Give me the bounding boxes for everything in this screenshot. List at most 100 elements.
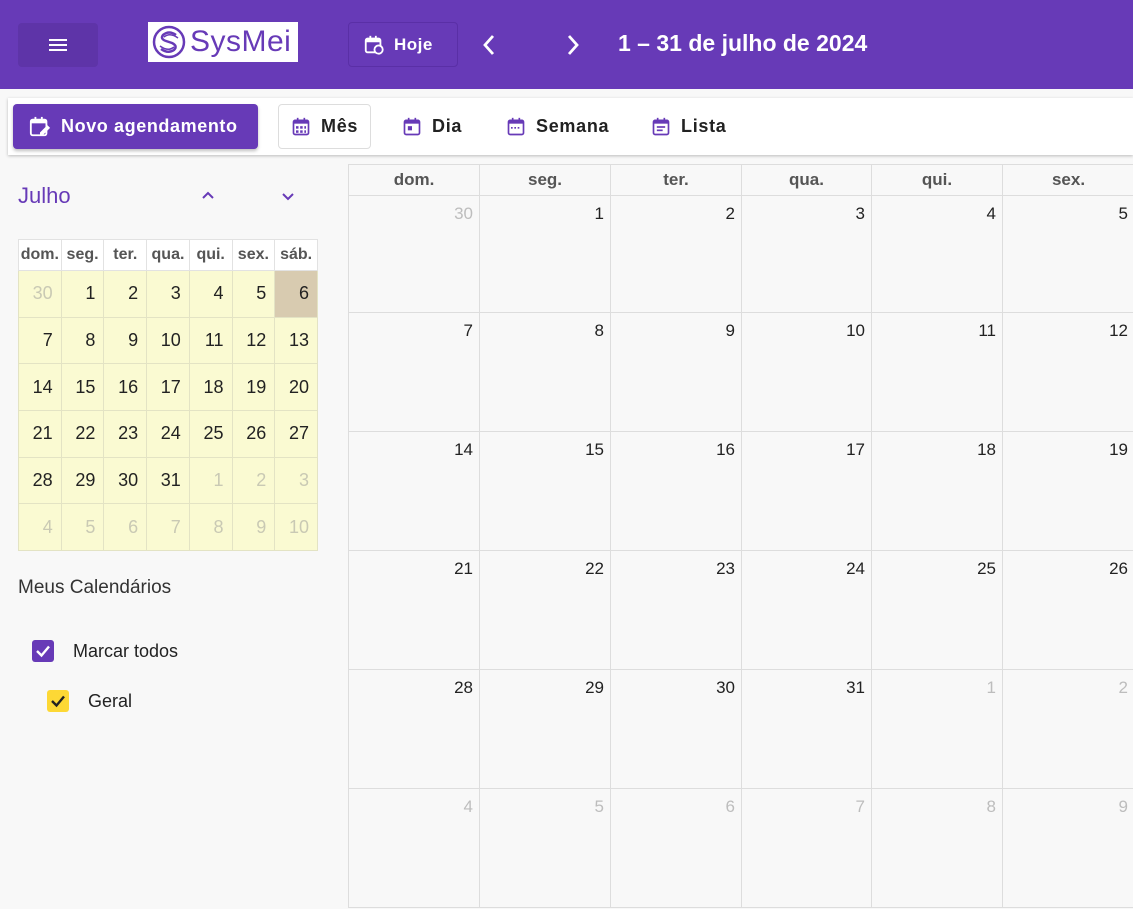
prev-button[interactable] <box>474 28 504 62</box>
day-cell[interactable]: 1 <box>479 196 610 313</box>
day-cell[interactable]: 3 <box>741 196 871 313</box>
day-cell[interactable]: 8 <box>871 789 1002 908</box>
day-cell[interactable]: 30 <box>610 670 741 789</box>
mini-day[interactable]: 25 <box>188 410 233 458</box>
mini-day[interactable]: 31 <box>146 456 190 505</box>
day-cell[interactable]: 5 <box>1002 196 1133 313</box>
mini-day[interactable]: 13 <box>274 316 318 365</box>
day-cell[interactable]: 8 <box>479 313 610 432</box>
calendar-week-icon <box>507 117 525 135</box>
mini-day[interactable]: 11 <box>188 316 233 365</box>
view-day-button[interactable]: Dia <box>390 104 485 149</box>
day-cell[interactable]: 21 <box>348 551 479 670</box>
day-cell[interactable]: 31 <box>741 670 871 789</box>
day-cell[interactable]: 29 <box>479 670 610 789</box>
mini-day[interactable]: 30 <box>18 270 62 318</box>
month-day-grid: 30 1 2 3 4 5 7 8 9 10 11 12 14 15 16 17 … <box>348 196 1133 908</box>
mini-day[interactable]: 20 <box>274 363 318 412</box>
day-cell[interactable]: 24 <box>741 551 871 670</box>
mini-day[interactable]: 15 <box>60 363 105 412</box>
mini-day[interactable]: 4 <box>188 270 233 318</box>
check-icon <box>51 695 65 708</box>
mini-day-selected[interactable]: 6 <box>274 270 318 318</box>
day-cell[interactable]: 18 <box>871 432 1002 551</box>
calendar-item-geral[interactable]: Geral <box>47 690 132 712</box>
day-cell[interactable]: 2 <box>610 196 741 313</box>
mini-day[interactable]: 5 <box>60 503 105 552</box>
day-cell[interactable]: 10 <box>741 313 871 432</box>
day-cell[interactable]: 5 <box>479 789 610 908</box>
day-cell[interactable]: 16 <box>610 432 741 551</box>
day-cell[interactable]: 12 <box>1002 313 1133 432</box>
mini-day[interactable]: 9 <box>103 316 148 365</box>
mini-day[interactable]: 19 <box>231 363 276 412</box>
view-month-button[interactable]: Mês <box>278 104 371 149</box>
mini-day[interactable]: 6 <box>103 503 148 552</box>
mini-day[interactable]: 1 <box>60 270 105 318</box>
day-cell[interactable]: 4 <box>871 196 1002 313</box>
day-cell[interactable]: 2 <box>1002 670 1133 789</box>
mini-day[interactable]: 10 <box>274 503 318 552</box>
mini-day[interactable]: 5 <box>231 270 276 318</box>
day-cell[interactable]: 26 <box>1002 551 1133 670</box>
today-button[interactable]: Hoje <box>348 22 458 67</box>
day-cell[interactable]: 7 <box>741 789 871 908</box>
mini-day[interactable]: 7 <box>146 503 190 552</box>
day-cell[interactable]: 25 <box>871 551 1002 670</box>
chevron-down-icon[interactable] <box>278 186 298 206</box>
mini-day[interactable]: 2 <box>103 270 148 318</box>
mini-day[interactable]: 8 <box>188 503 233 552</box>
mini-day[interactable]: 4 <box>18 503 62 552</box>
mini-day[interactable]: 29 <box>60 456 105 505</box>
mini-day[interactable]: 1 <box>188 456 233 505</box>
next-button[interactable] <box>558 28 588 62</box>
menu-button[interactable] <box>18 23 98 67</box>
day-cell[interactable]: 9 <box>610 313 741 432</box>
day-cell[interactable]: 9 <box>1002 789 1133 908</box>
mini-day[interactable]: 16 <box>103 363 148 412</box>
view-list-button[interactable]: Lista <box>639 104 739 149</box>
mini-day[interactable]: 23 <box>103 410 148 458</box>
day-cell[interactable]: 7 <box>348 313 479 432</box>
day-cell[interactable]: 11 <box>871 313 1002 432</box>
mini-day[interactable]: 26 <box>231 410 276 458</box>
mini-day[interactable]: 12 <box>231 316 276 365</box>
mini-day[interactable]: 10 <box>146 316 190 365</box>
day-cell[interactable]: 1 <box>871 670 1002 789</box>
day-cell[interactable]: 22 <box>479 551 610 670</box>
new-appointment-button[interactable]: Novo agendamento <box>13 104 258 149</box>
mini-day[interactable]: 24 <box>146 410 190 458</box>
select-all-checkbox[interactable] <box>32 640 54 662</box>
mini-calendar-week: 28 29 30 31 1 2 3 <box>18 456 318 505</box>
day-cell[interactable]: 4 <box>348 789 479 908</box>
mini-day[interactable]: 8 <box>60 316 105 365</box>
select-all-row[interactable]: Marcar todos <box>32 640 178 662</box>
view-week-button[interactable]: Semana <box>494 104 622 149</box>
mini-day[interactable]: 3 <box>274 456 318 505</box>
mini-day[interactable]: 2 <box>231 456 276 505</box>
mini-day[interactable]: 27 <box>274 410 318 458</box>
mini-day[interactable]: 21 <box>18 410 62 458</box>
chevron-up-icon[interactable] <box>198 186 218 206</box>
mini-day[interactable]: 28 <box>18 456 62 505</box>
day-cell[interactable]: 19 <box>1002 432 1133 551</box>
day-cell[interactable]: 23 <box>610 551 741 670</box>
mini-day[interactable]: 9 <box>231 503 276 552</box>
mini-day[interactable]: 22 <box>60 410 105 458</box>
day-cell[interactable]: 17 <box>741 432 871 551</box>
day-cell[interactable]: 15 <box>479 432 610 551</box>
day-cell[interactable]: 6 <box>610 789 741 908</box>
mini-day[interactable]: 18 <box>188 363 233 412</box>
geral-checkbox[interactable] <box>47 690 69 712</box>
view-toolbar: Novo agendamento Mês Dia Semana Lista <box>8 98 1133 155</box>
day-cell[interactable]: 30 <box>348 196 479 313</box>
mini-day[interactable]: 30 <box>103 456 148 505</box>
mini-day[interactable]: 17 <box>146 363 190 412</box>
mini-day[interactable]: 14 <box>18 363 62 412</box>
mini-calendar-week: 7 8 9 10 11 12 13 <box>18 316 318 365</box>
day-cell[interactable]: 28 <box>348 670 479 789</box>
select-all-label: Marcar todos <box>73 640 179 661</box>
mini-day[interactable]: 3 <box>146 270 190 318</box>
day-cell[interactable]: 14 <box>348 432 479 551</box>
mini-day[interactable]: 7 <box>18 316 62 365</box>
